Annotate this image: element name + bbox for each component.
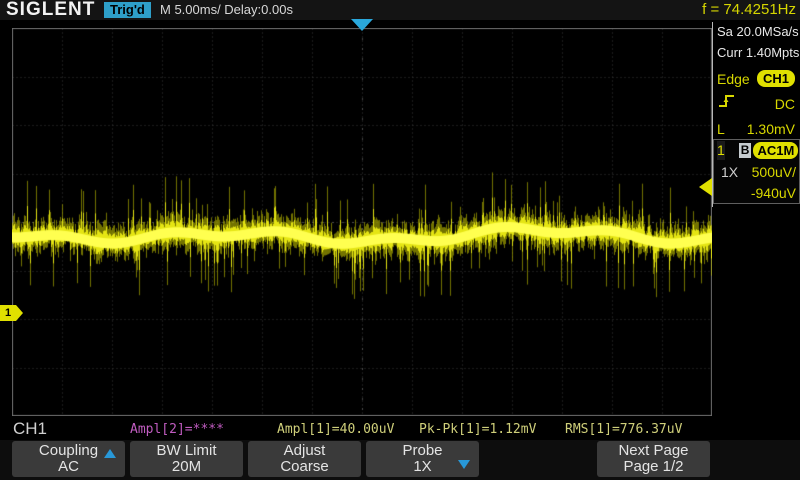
waveform-canvas bbox=[12, 28, 712, 416]
frequency-counter: f = 74.4251Hz bbox=[702, 1, 796, 18]
bw-limit-button-value: 20M bbox=[130, 459, 243, 475]
trigger-status-badge: Trig'd bbox=[104, 2, 151, 18]
measurement-ampl2: Ampl[2]=**** bbox=[130, 422, 224, 437]
memory-depth-readout: Curr 1.40Mpts bbox=[717, 45, 799, 60]
probe-button-title: Probe bbox=[366, 442, 479, 459]
softkey-menu-bar: Coupling AC BW Limit 20M Adjust Coarse P… bbox=[0, 440, 800, 480]
right-sidebar: Sa 20.0MSa/s Curr 1.40Mpts Edge CH1 DC L… bbox=[712, 20, 800, 440]
oscilloscope-screen: SIGLENT Trig'd M 5.00ms/ Delay:0.00s f =… bbox=[0, 0, 800, 480]
adjust-button-value: Coarse bbox=[248, 459, 361, 475]
bw-limit-button[interactable]: BW Limit 20M bbox=[130, 441, 243, 477]
coupling-button[interactable]: Coupling AC bbox=[12, 441, 125, 477]
adjust-button[interactable]: Adjust Coarse bbox=[248, 441, 361, 477]
sample-rate-readout: Sa 20.0MSa/s bbox=[717, 24, 799, 39]
blue-down-arrow-icon bbox=[458, 460, 470, 469]
next-page-button[interactable]: Next Page Page 1/2 bbox=[597, 441, 710, 477]
blue-up-arrow-icon bbox=[104, 449, 116, 458]
channel-offset-readout: -940uV bbox=[751, 185, 796, 201]
channel1-zero-marker-icon[interactable]: 1 bbox=[0, 305, 16, 321]
probe-attenuation-label: 1X bbox=[721, 164, 738, 180]
brand-logo: SIGLENT bbox=[6, 0, 95, 21]
trigger-type-label: Edge bbox=[717, 71, 750, 87]
trigger-level-marker-icon[interactable] bbox=[699, 178, 712, 196]
trigger-level-value: 1.30mV bbox=[747, 121, 795, 137]
trigger-source-badge: CH1 bbox=[757, 70, 795, 87]
bandwidth-limit-badge: B bbox=[739, 143, 752, 158]
top-status-bar: SIGLENT Trig'd M 5.00ms/ Delay:0.00s f =… bbox=[0, 0, 800, 20]
trigger-coupling-label: DC bbox=[775, 96, 795, 112]
probe-button[interactable]: Probe 1X bbox=[366, 441, 479, 477]
measurement-ampl1: Ampl[1]=40.00uV bbox=[277, 422, 394, 437]
next-page-button-title: Next Page bbox=[597, 442, 710, 459]
channel-coupling-badge: AC1M bbox=[753, 142, 798, 159]
volts-per-div-readout: 500uV/ bbox=[752, 164, 796, 180]
trigger-info-panel[interactable]: Edge CH1 DC L 1.30mV bbox=[713, 66, 799, 141]
adjust-button-title: Adjust bbox=[248, 442, 361, 459]
measurement-row: CH1 Ampl[2]=**** Ampl[1]=40.00uV Pk-Pk[1… bbox=[0, 416, 800, 442]
coupling-button-value: AC bbox=[12, 459, 125, 475]
rising-edge-icon bbox=[717, 92, 737, 115]
bw-limit-button-title: BW Limit bbox=[130, 442, 243, 459]
channel1-info-panel[interactable]: 1 B AC1M 1X 500uV/ -940uV bbox=[713, 139, 800, 204]
measurement-pkpk1: Pk-Pk[1]=1.12mV bbox=[419, 422, 536, 437]
next-page-button-value: Page 1/2 bbox=[597, 459, 710, 475]
trigger-level-letter: L bbox=[717, 121, 725, 137]
measurement-rms1: RMS[1]=776.37uV bbox=[565, 422, 682, 437]
timebase-readout[interactable]: M 5.00ms/ Delay:0.00s bbox=[160, 2, 293, 17]
channel-number-label: 1 bbox=[717, 141, 725, 160]
trigger-position-marker-icon[interactable] bbox=[351, 19, 373, 31]
graticule-area bbox=[12, 28, 712, 416]
active-channel-label: CH1 bbox=[13, 419, 47, 439]
